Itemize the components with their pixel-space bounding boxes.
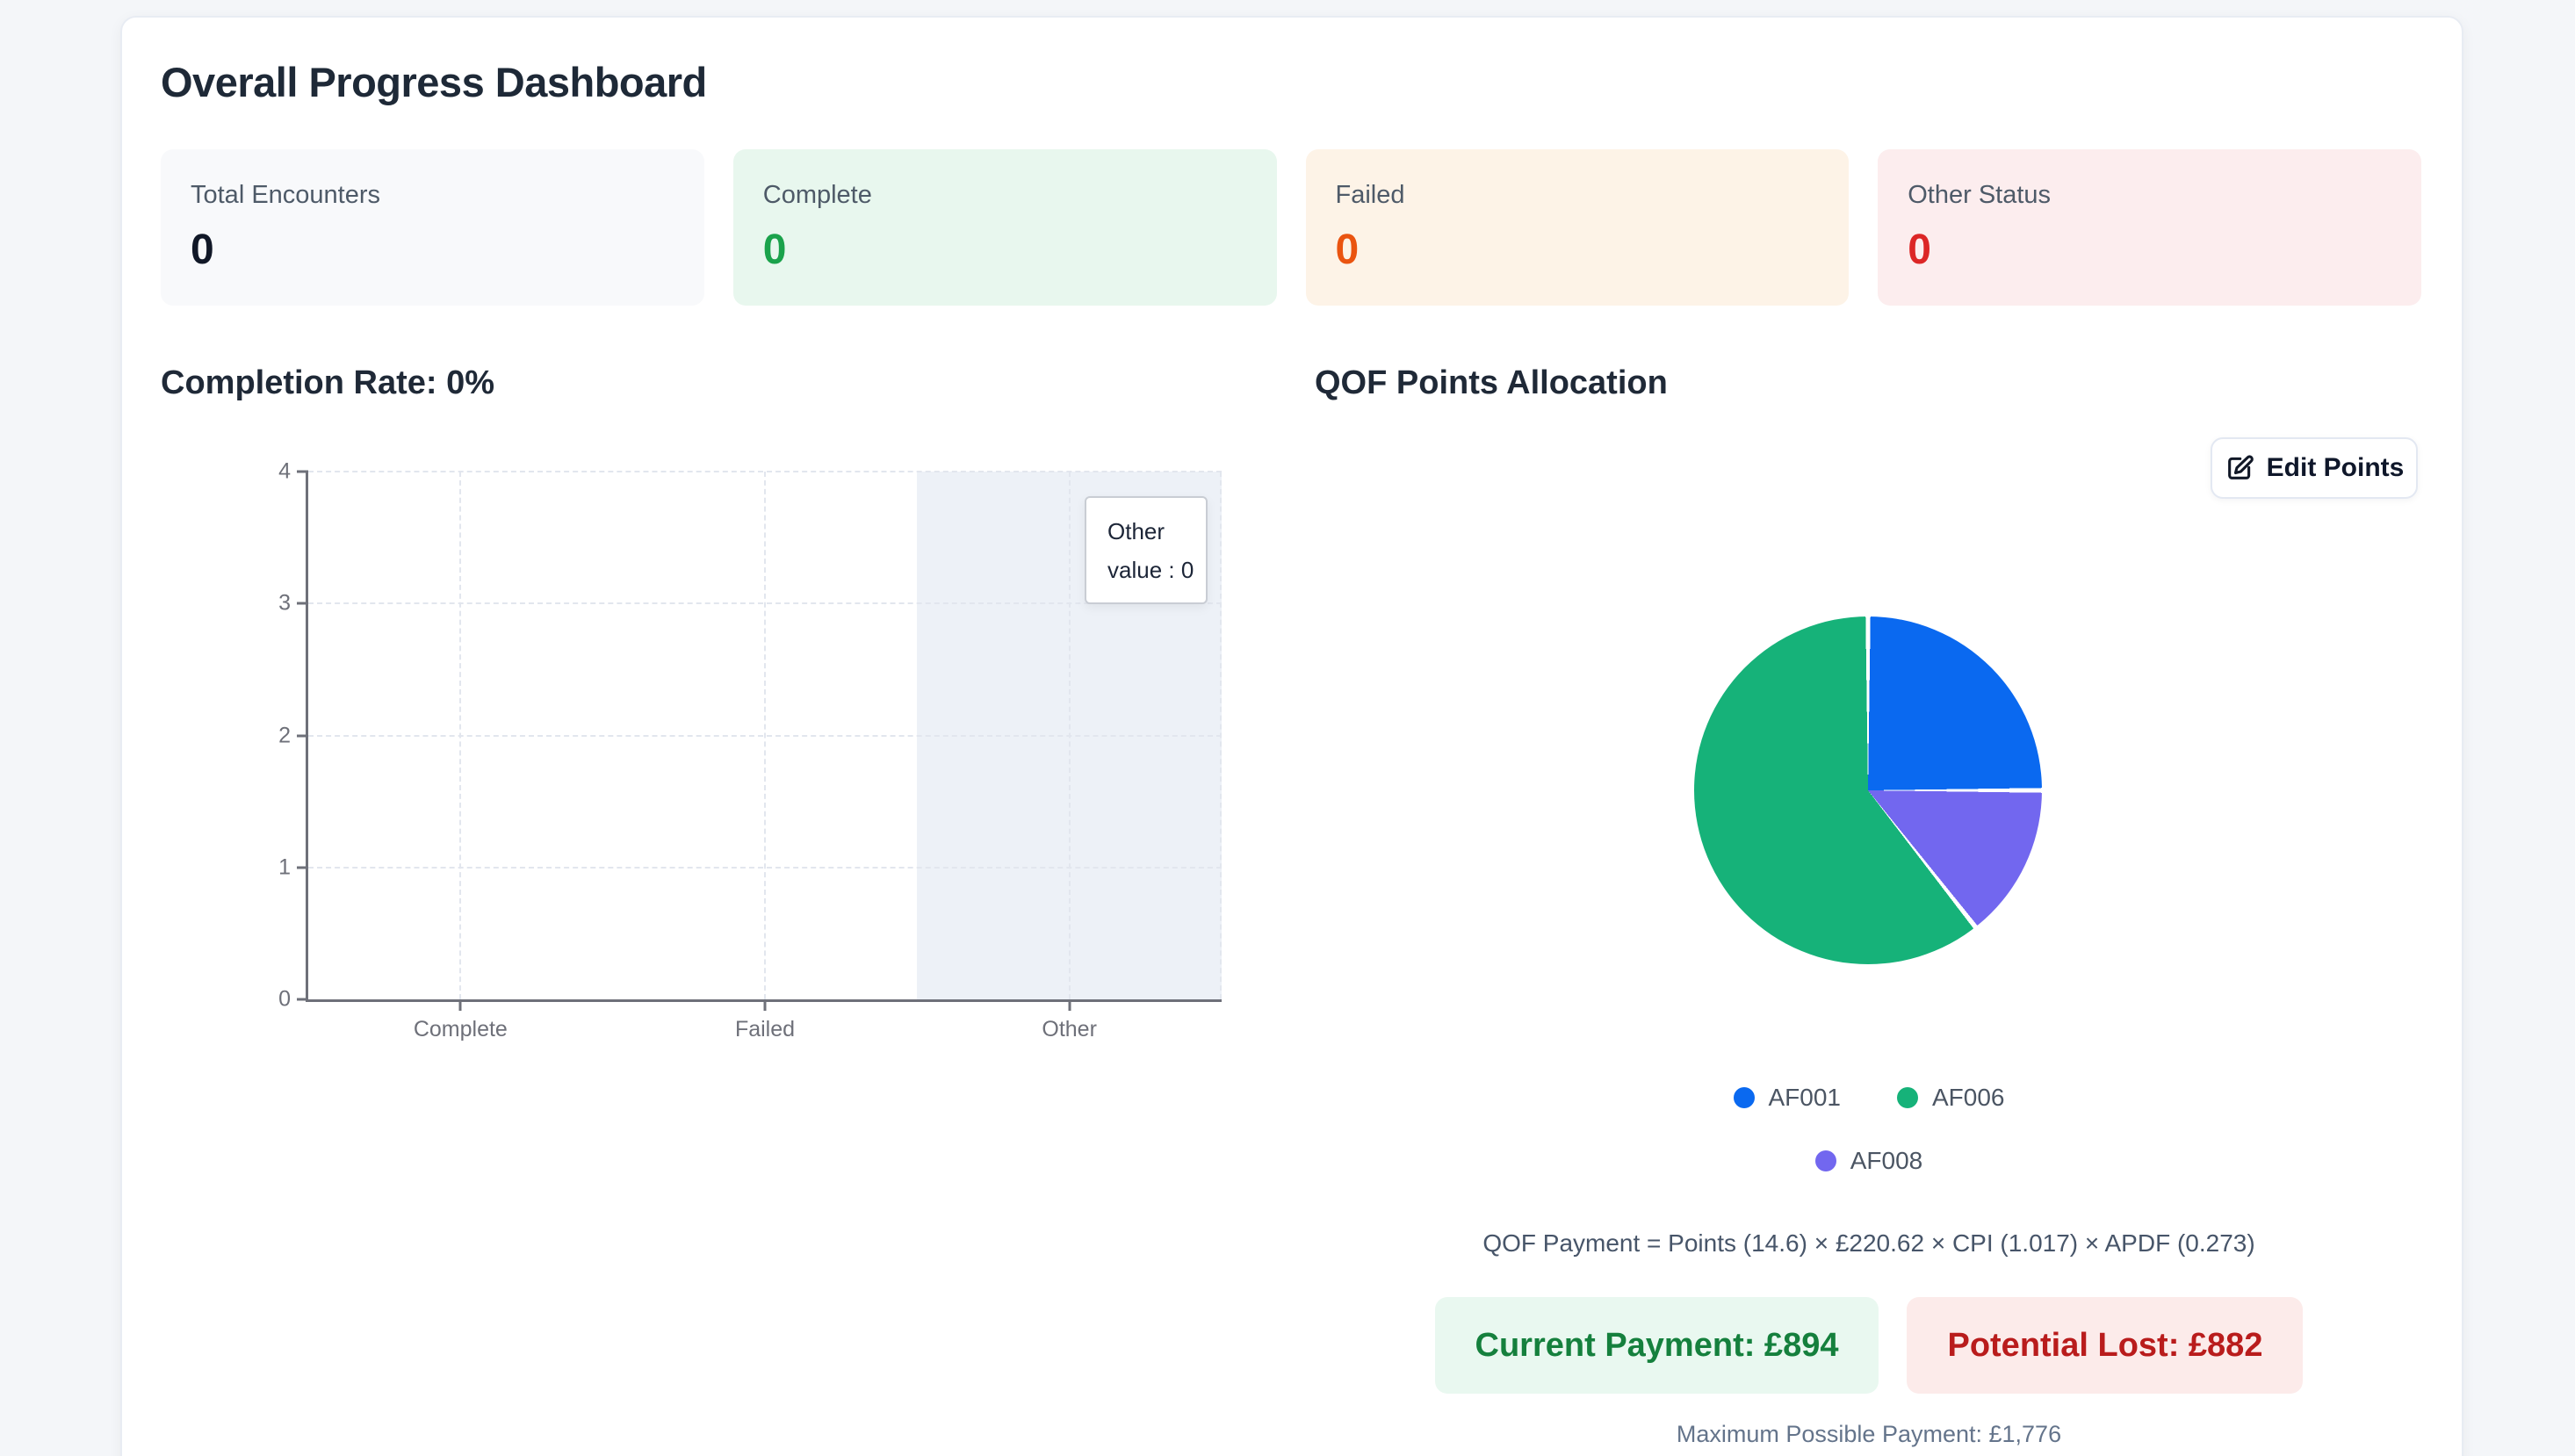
y-axis-tick bbox=[297, 470, 308, 473]
edit-points-label: Edit Points bbox=[2266, 453, 2405, 482]
stats-row: Total Encounters 0 Complete 0 Failed 0 O… bbox=[161, 149, 2421, 306]
y-axis-tick-label: 3 bbox=[278, 590, 291, 616]
x-axis-tick bbox=[763, 999, 767, 1011]
potential-lost-badge: Potential Lost: £882 bbox=[1907, 1297, 2304, 1394]
stat-value: 0 bbox=[762, 227, 787, 273]
x-axis-label: Failed bbox=[734, 1017, 796, 1042]
legend-item-af008[interactable]: AF008 bbox=[1814, 1147, 1923, 1175]
payment-summary-row: Current Payment: £894 Potential Lost: £8… bbox=[1315, 1297, 2423, 1394]
completion-rate-title: Completion Rate: 0% bbox=[161, 364, 495, 401]
gridline-vertical bbox=[459, 472, 462, 999]
legend-item-af001[interactable]: AF001 bbox=[1733, 1084, 1842, 1112]
legend-dot-af006 bbox=[1897, 1087, 1918, 1108]
current-payment-badge: Current Payment: £894 bbox=[1434, 1297, 1879, 1394]
x-axis-tick bbox=[1068, 999, 1071, 1011]
stat-value: 0 bbox=[1908, 227, 1931, 273]
y-axis-tick bbox=[297, 866, 308, 869]
dashboard-screen: Overall Progress Dashboard Total Encount… bbox=[0, 0, 2575, 1456]
stat-card-total-encounters: Total Encounters 0 bbox=[161, 149, 704, 306]
y-axis-tick-label: 1 bbox=[278, 854, 291, 880]
edit-points-button[interactable]: Edit Points bbox=[2211, 437, 2418, 499]
y-axis-tick-label: 4 bbox=[278, 458, 291, 484]
stat-label: Other Status bbox=[1908, 181, 2052, 209]
edit-pencil-icon bbox=[2227, 455, 2254, 479]
legend-label: AF006 bbox=[1932, 1084, 2005, 1111]
qof-pie-chart[interactable] bbox=[1694, 616, 2042, 964]
x-axis-label: Other bbox=[1042, 1017, 1097, 1042]
stat-card-complete: Complete 0 bbox=[732, 149, 1277, 306]
gridline-vertical bbox=[1068, 472, 1071, 999]
stat-value: 0 bbox=[191, 227, 214, 273]
gridline-vertical bbox=[764, 472, 766, 999]
tooltip-category: Other bbox=[1107, 518, 1165, 544]
legend-item-af006[interactable]: AF006 bbox=[1897, 1084, 2005, 1112]
stat-value: 0 bbox=[1335, 227, 1360, 273]
y-axis-tick bbox=[297, 734, 308, 737]
legend-label: AF001 bbox=[1768, 1084, 1842, 1111]
qof-payment-formula: QOF Payment = Points (14.6) × £220.62 × … bbox=[1482, 1229, 2255, 1257]
chart-tooltip: Other value : 0 bbox=[1085, 496, 1208, 604]
y-axis-tick-label: 0 bbox=[278, 986, 291, 1012]
page-title: Overall Progress Dashboard bbox=[161, 59, 707, 105]
pie-legend: AF001 AF006 AF008 bbox=[1315, 1084, 2423, 1175]
stat-card-other-status: Other Status 0 bbox=[1878, 149, 2421, 306]
completion-bar-chart[interactable]: Other value : 0 0 1 2 3 4 Complete Failed Other bbox=[278, 459, 1222, 1042]
stat-label: Complete bbox=[762, 181, 872, 209]
x-axis-label: Complete bbox=[413, 1017, 508, 1042]
legend-row: AF001 AF006 bbox=[1733, 1084, 2005, 1112]
legend-dot-af008 bbox=[1814, 1150, 1836, 1171]
stat-card-failed: Failed 0 bbox=[1305, 149, 1850, 306]
y-axis-tick bbox=[297, 998, 308, 1001]
y-axis-tick-label: 2 bbox=[278, 723, 291, 747]
qof-allocation-title: QOF Points Allocation bbox=[1315, 364, 1668, 401]
legend-label: AF008 bbox=[1850, 1147, 1923, 1174]
legend-row: AF008 bbox=[1814, 1147, 1923, 1175]
y-axis-tick bbox=[297, 602, 308, 605]
stat-label: Failed bbox=[1335, 181, 1405, 209]
max-payment-note: Maximum Possible Payment: £1,776 bbox=[1676, 1421, 2062, 1447]
legend-dot-af001 bbox=[1733, 1087, 1755, 1108]
stat-label: Total Encounters bbox=[191, 181, 381, 209]
tooltip-value: value : 0 bbox=[1107, 557, 1194, 583]
gridline-vertical bbox=[1220, 472, 1222, 999]
x-axis-tick bbox=[458, 999, 462, 1011]
